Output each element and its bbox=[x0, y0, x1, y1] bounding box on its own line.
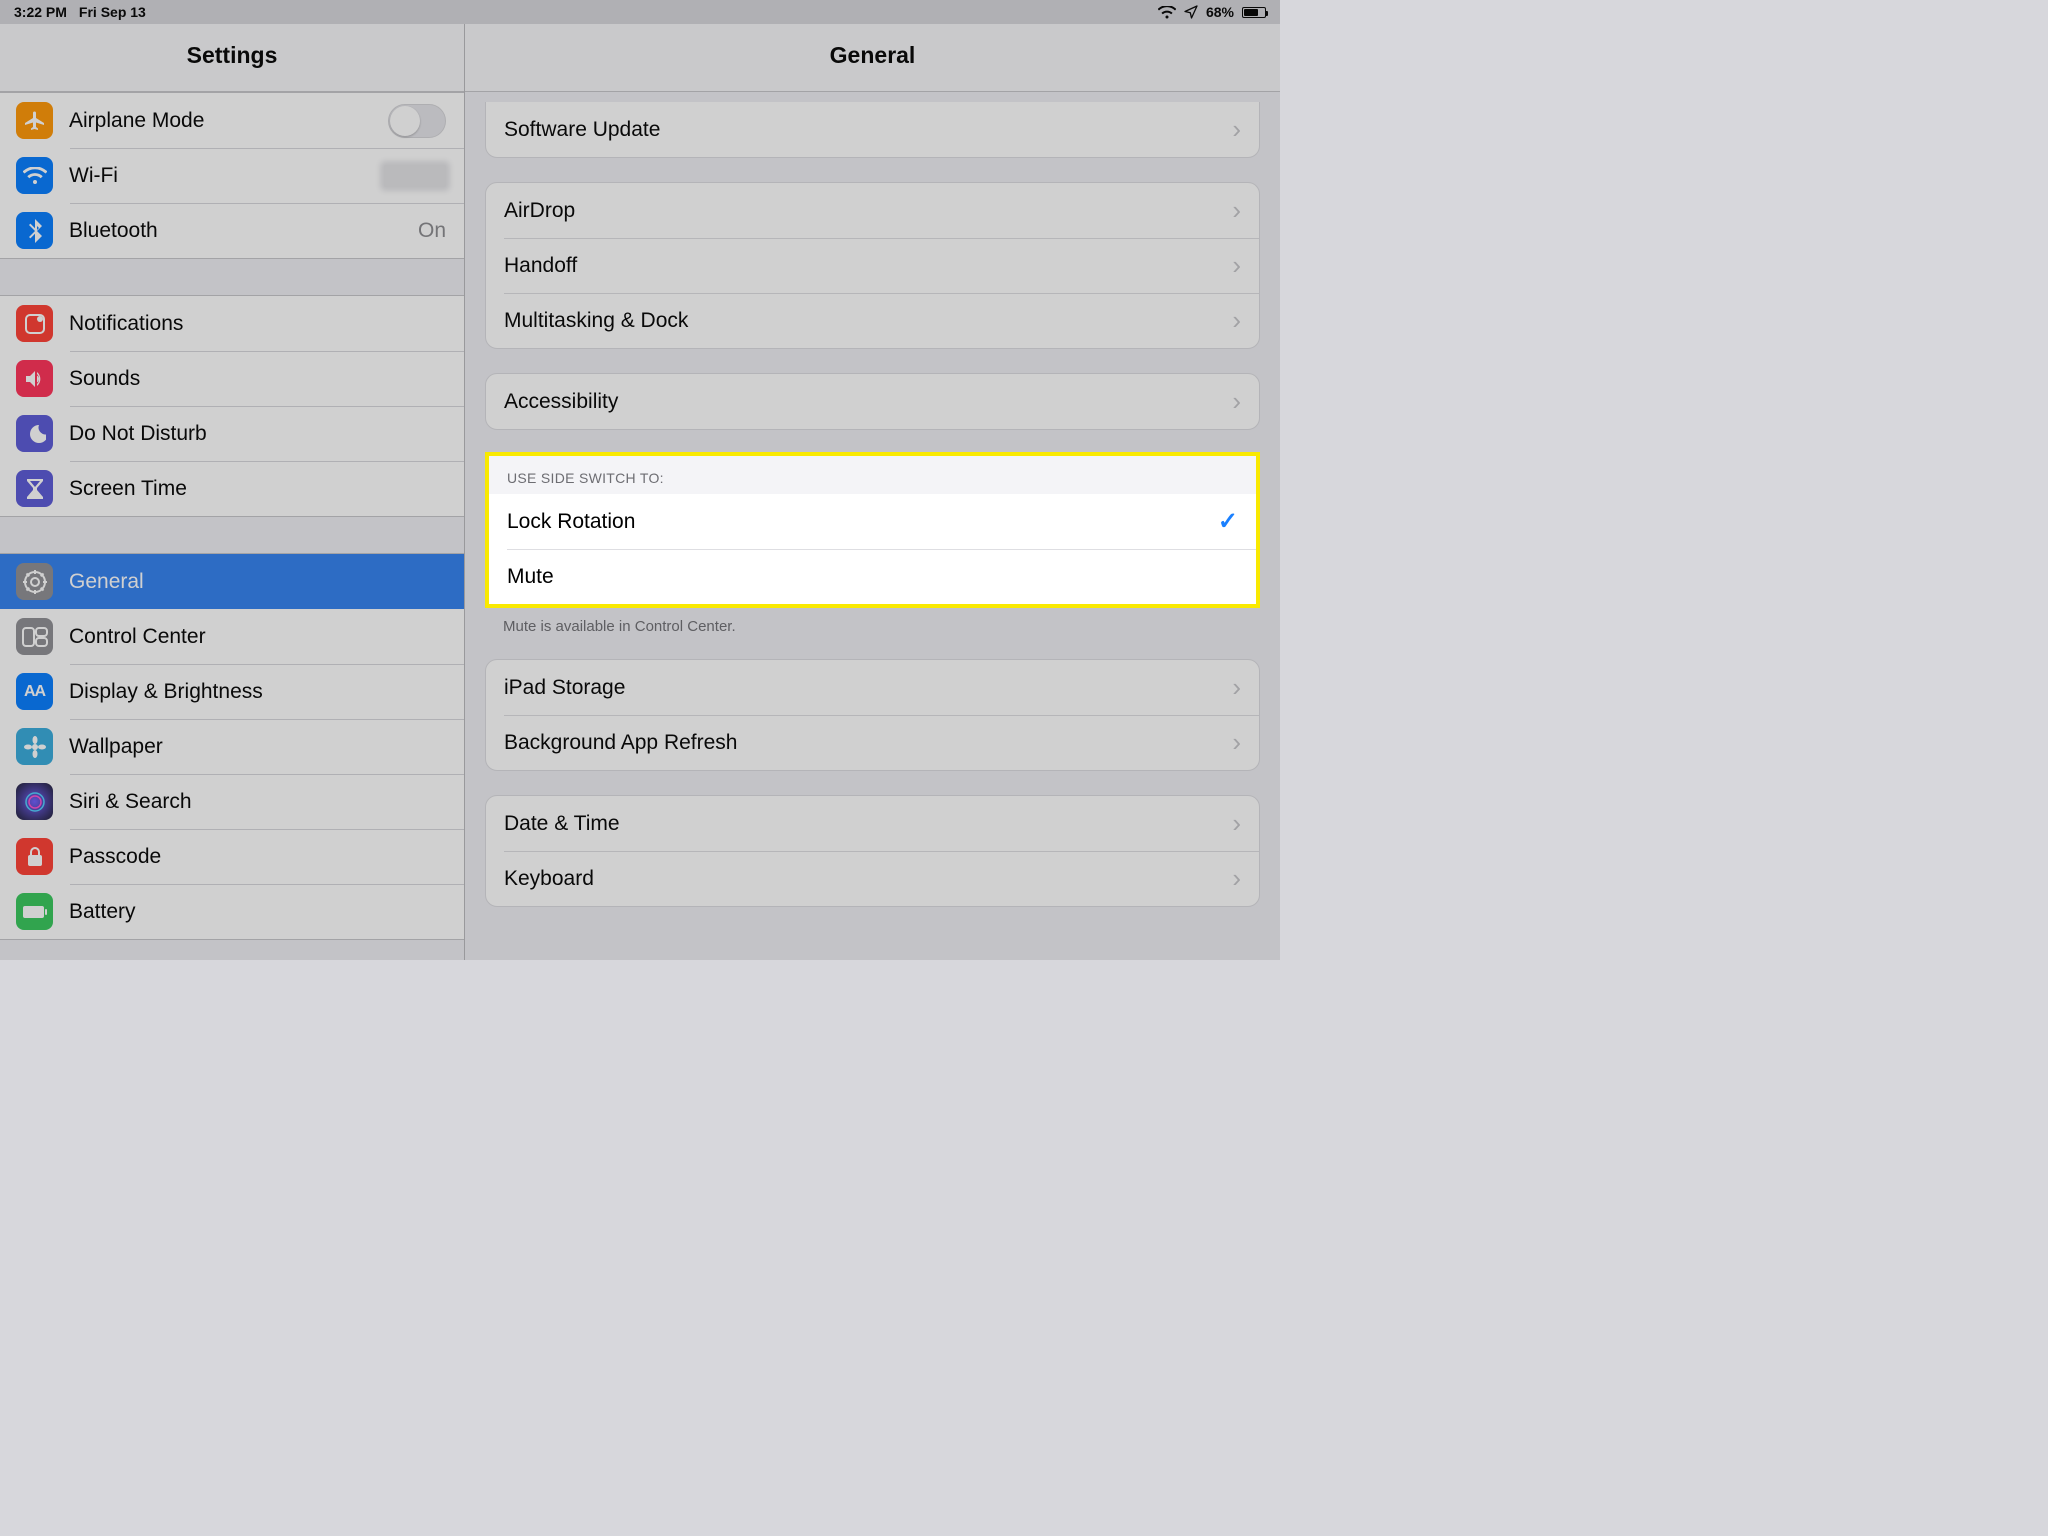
option-label: Lock Rotation bbox=[507, 510, 1218, 534]
sidebar-item-label: Do Not Disturb bbox=[69, 422, 446, 446]
detail-row-label: Multitasking & Dock bbox=[504, 309, 1232, 333]
sidebar-item-display-brightness[interactable]: AA Display & Brightness bbox=[0, 664, 464, 719]
status-date: Fri Sep 13 bbox=[79, 4, 146, 20]
detail-row-label: Handoff bbox=[504, 254, 1232, 278]
detail-row-label: Software Update bbox=[504, 118, 1232, 142]
chevron-right-icon: › bbox=[1232, 672, 1241, 703]
siri-icon bbox=[16, 783, 53, 820]
row-value: On bbox=[418, 219, 446, 243]
bluetooth-icon bbox=[16, 212, 53, 249]
screentime-icon bbox=[16, 470, 53, 507]
detail-pane: General Software Update›AirDrop›Handoff›… bbox=[465, 24, 1280, 960]
chevron-right-icon: › bbox=[1232, 727, 1241, 758]
option-lock-rotation[interactable]: Lock Rotation✓ bbox=[489, 494, 1256, 549]
battery-icon bbox=[1242, 7, 1266, 18]
sidebar-item-notifications[interactable]: Notifications bbox=[0, 296, 464, 351]
detail-row-ipad-storage[interactable]: iPad Storage› bbox=[486, 660, 1259, 715]
sidebar-item-general[interactable]: General bbox=[0, 554, 464, 609]
controlcenter-icon bbox=[16, 618, 53, 655]
option-label: Mute bbox=[507, 565, 1238, 589]
wifi-network-name bbox=[384, 165, 446, 187]
sidebar-item-wallpaper[interactable]: Wallpaper bbox=[0, 719, 464, 774]
sidebar-item-battery[interactable]: Battery bbox=[0, 884, 464, 939]
sounds-icon bbox=[16, 360, 53, 397]
chevron-right-icon: › bbox=[1232, 808, 1241, 839]
airplane-mode-toggle[interactable] bbox=[388, 104, 446, 138]
chevron-right-icon: › bbox=[1232, 386, 1241, 417]
sidebar-item-bluetooth[interactable]: BluetoothOn bbox=[0, 203, 464, 258]
detail-title: General bbox=[465, 24, 1280, 92]
section-footer: Mute is available in Control Center. bbox=[485, 608, 1260, 635]
detail-row-keyboard[interactable]: Keyboard› bbox=[486, 851, 1259, 906]
sidebar-item-label: Siri & Search bbox=[69, 790, 446, 814]
detail-row-label: AirDrop bbox=[504, 199, 1232, 223]
sidebar-item-airplane-mode[interactable]: Airplane Mode bbox=[0, 93, 464, 148]
section-header: USE SIDE SWITCH TO: bbox=[489, 456, 1256, 494]
sidebar-item-do-not-disturb[interactable]: Do Not Disturb bbox=[0, 406, 464, 461]
location-icon bbox=[1184, 5, 1198, 19]
detail-row-label: Date & Time bbox=[504, 812, 1232, 836]
sidebar-item-label: Sounds bbox=[69, 367, 446, 391]
detail-row-label: Keyboard bbox=[504, 867, 1232, 891]
sidebar-item-control-center[interactable]: Control Center bbox=[0, 609, 464, 664]
status-bar: 3:22 PM Fri Sep 13 68% bbox=[0, 0, 1280, 24]
sidebar-item-label: Battery bbox=[69, 900, 446, 924]
chevron-right-icon: › bbox=[1232, 114, 1241, 145]
notifications-icon bbox=[16, 305, 53, 342]
wallpaper-icon bbox=[16, 728, 53, 765]
chevron-right-icon: › bbox=[1232, 305, 1241, 336]
dnd-icon bbox=[16, 415, 53, 452]
detail-row-handoff[interactable]: Handoff› bbox=[486, 238, 1259, 293]
status-time: 3:22 PM bbox=[14, 4, 67, 20]
wifi-icon bbox=[1158, 6, 1176, 19]
chevron-right-icon: › bbox=[1232, 195, 1241, 226]
airplane-icon bbox=[16, 102, 53, 139]
sidebar-item-siri-search[interactable]: Siri & Search bbox=[0, 774, 464, 829]
sidebar-item-passcode[interactable]: Passcode bbox=[0, 829, 464, 884]
display-icon: AA bbox=[16, 673, 53, 710]
chevron-right-icon: › bbox=[1232, 250, 1241, 281]
sidebar-item-label: Wi-Fi bbox=[69, 164, 384, 188]
detail-row-date-time[interactable]: Date & Time› bbox=[486, 796, 1259, 851]
sidebar-item-label: Airplane Mode bbox=[69, 109, 388, 133]
detail-row-multitasking-dock[interactable]: Multitasking & Dock› bbox=[486, 293, 1259, 348]
sidebar-item-label: Display & Brightness bbox=[69, 680, 446, 704]
detail-row-label: iPad Storage bbox=[504, 676, 1232, 700]
sidebar-item-label: Wallpaper bbox=[69, 735, 446, 759]
sidebar-item-label: Control Center bbox=[69, 625, 446, 649]
settings-sidebar: Settings Airplane Mode Wi-Fi BluetoothOn No… bbox=[0, 24, 465, 960]
detail-row-label: Background App Refresh bbox=[504, 731, 1232, 755]
checkmark-icon: ✓ bbox=[1218, 507, 1238, 536]
detail-row-background-app-refresh[interactable]: Background App Refresh› bbox=[486, 715, 1259, 770]
detail-row-label: Accessibility bbox=[504, 390, 1232, 414]
battery-icon bbox=[16, 893, 53, 930]
option-mute[interactable]: Mute bbox=[489, 549, 1256, 604]
detail-row-airdrop[interactable]: AirDrop› bbox=[486, 183, 1259, 238]
passcode-icon bbox=[16, 838, 53, 875]
chevron-right-icon: › bbox=[1232, 863, 1241, 894]
sidebar-item-label: Bluetooth bbox=[69, 219, 418, 243]
sidebar-item-label: General bbox=[69, 570, 446, 594]
sidebar-item-label: Screen Time bbox=[69, 477, 446, 501]
battery-percent: 68% bbox=[1206, 4, 1234, 20]
general-icon bbox=[16, 563, 53, 600]
detail-row-accessibility[interactable]: Accessibility› bbox=[486, 374, 1259, 429]
sidebar-item-screen-time[interactable]: Screen Time bbox=[0, 461, 464, 516]
sidebar-title: Settings bbox=[0, 24, 464, 92]
sidebar-item-sounds[interactable]: Sounds bbox=[0, 351, 464, 406]
sidebar-item-wi-fi[interactable]: Wi-Fi bbox=[0, 148, 464, 203]
detail-row-software-update[interactable]: Software Update› bbox=[486, 102, 1259, 157]
sidebar-item-label: Notifications bbox=[69, 312, 446, 336]
wifi-icon bbox=[16, 157, 53, 194]
sidebar-item-label: Passcode bbox=[69, 845, 446, 869]
